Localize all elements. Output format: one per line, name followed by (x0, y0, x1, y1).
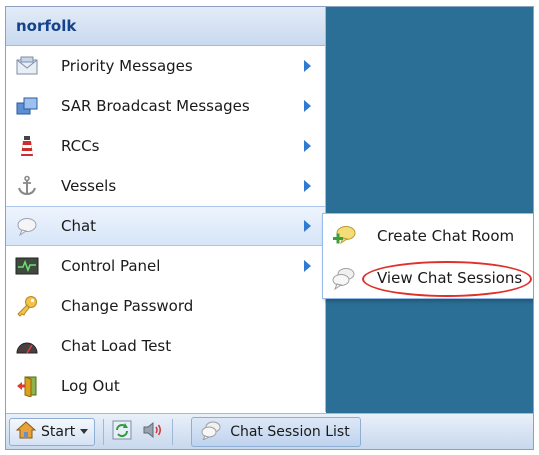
start-button[interactable]: Start (9, 417, 96, 446)
menu-item-chat[interactable]: Chat (6, 206, 325, 246)
submenu-arrow-icon (304, 220, 311, 232)
chevron-down-icon (80, 429, 89, 434)
start-button-label: Start (41, 423, 76, 440)
menu-item-rccs[interactable]: RCCs (6, 126, 325, 166)
task-button-label: Chat Session List (230, 423, 350, 440)
menu-item-change-password[interactable]: Change Password (6, 286, 325, 326)
load-test-icon (15, 334, 39, 358)
submenu-item-label: Create Chat Room (377, 227, 515, 245)
taskbar-separator (103, 418, 105, 445)
menu-item-label: SAR Broadcast Messages (61, 97, 250, 115)
menu-item-label: Chat (61, 217, 97, 235)
envelope-icon (15, 54, 39, 78)
menu-item-sar-broadcast-messages[interactable]: SAR Broadcast Messages (6, 86, 325, 126)
chat-sessions-icon (200, 420, 222, 444)
chat-submenu: Create Chat Room View Chat Sessions (322, 213, 533, 299)
task-button-chat-session-list[interactable]: Chat Session List (191, 416, 361, 447)
submenu-arrow-icon (304, 260, 311, 272)
anchor-icon (15, 174, 39, 198)
taskbar-separator (172, 418, 174, 445)
menu-item-label: Chat Load Test (61, 337, 172, 355)
lighthouse-icon (15, 134, 39, 158)
control-panel-icon (15, 254, 39, 278)
logout-door-icon (15, 374, 39, 398)
menu-item-control-panel[interactable]: Control Panel (6, 246, 325, 286)
submenu-item-create-chat-room[interactable]: Create Chat Room (323, 216, 533, 256)
quick-launch (112, 420, 164, 444)
start-menu: norfolk Priority Messages SAR Broadcast … (6, 7, 326, 412)
menu-item-label: Vessels (61, 177, 117, 195)
taskbar: Start Chat Session List (6, 413, 533, 449)
submenu-item-view-chat-sessions[interactable]: View Chat Sessions (323, 258, 533, 298)
home-icon (15, 420, 37, 443)
submenu-item-label: View Chat Sessions (377, 269, 523, 287)
app-frame: norfolk Priority Messages SAR Broadcast … (5, 6, 534, 450)
key-icon (15, 294, 39, 318)
menu-item-chat-load-test[interactable]: Chat Load Test (6, 326, 325, 366)
chat-bubble-icon (15, 214, 39, 238)
menu-item-label: Priority Messages (61, 57, 193, 75)
menu-item-log-out[interactable]: Log Out (6, 366, 325, 406)
start-menu-header: norfolk (6, 7, 325, 46)
refresh-icon[interactable] (112, 420, 132, 444)
submenu-arrow-icon (304, 60, 311, 72)
create-chat-room-icon (331, 224, 357, 248)
submenu-arrow-icon (304, 100, 311, 112)
submenu-arrow-icon (304, 140, 311, 152)
menu-item-label: Control Panel (61, 257, 161, 275)
speaker-icon[interactable] (142, 421, 164, 443)
menu-item-label: Change Password (61, 297, 194, 315)
menu-item-vessels[interactable]: Vessels (6, 166, 325, 206)
broadcast-windows-icon (15, 94, 39, 118)
desktop-area[interactable] (326, 7, 533, 413)
menu-item-label: Log Out (61, 377, 120, 395)
submenu-arrow-icon (304, 180, 311, 192)
chat-sessions-icon (331, 266, 357, 291)
menu-item-label: RCCs (61, 137, 100, 155)
menu-item-priority-messages[interactable]: Priority Messages (6, 46, 325, 86)
